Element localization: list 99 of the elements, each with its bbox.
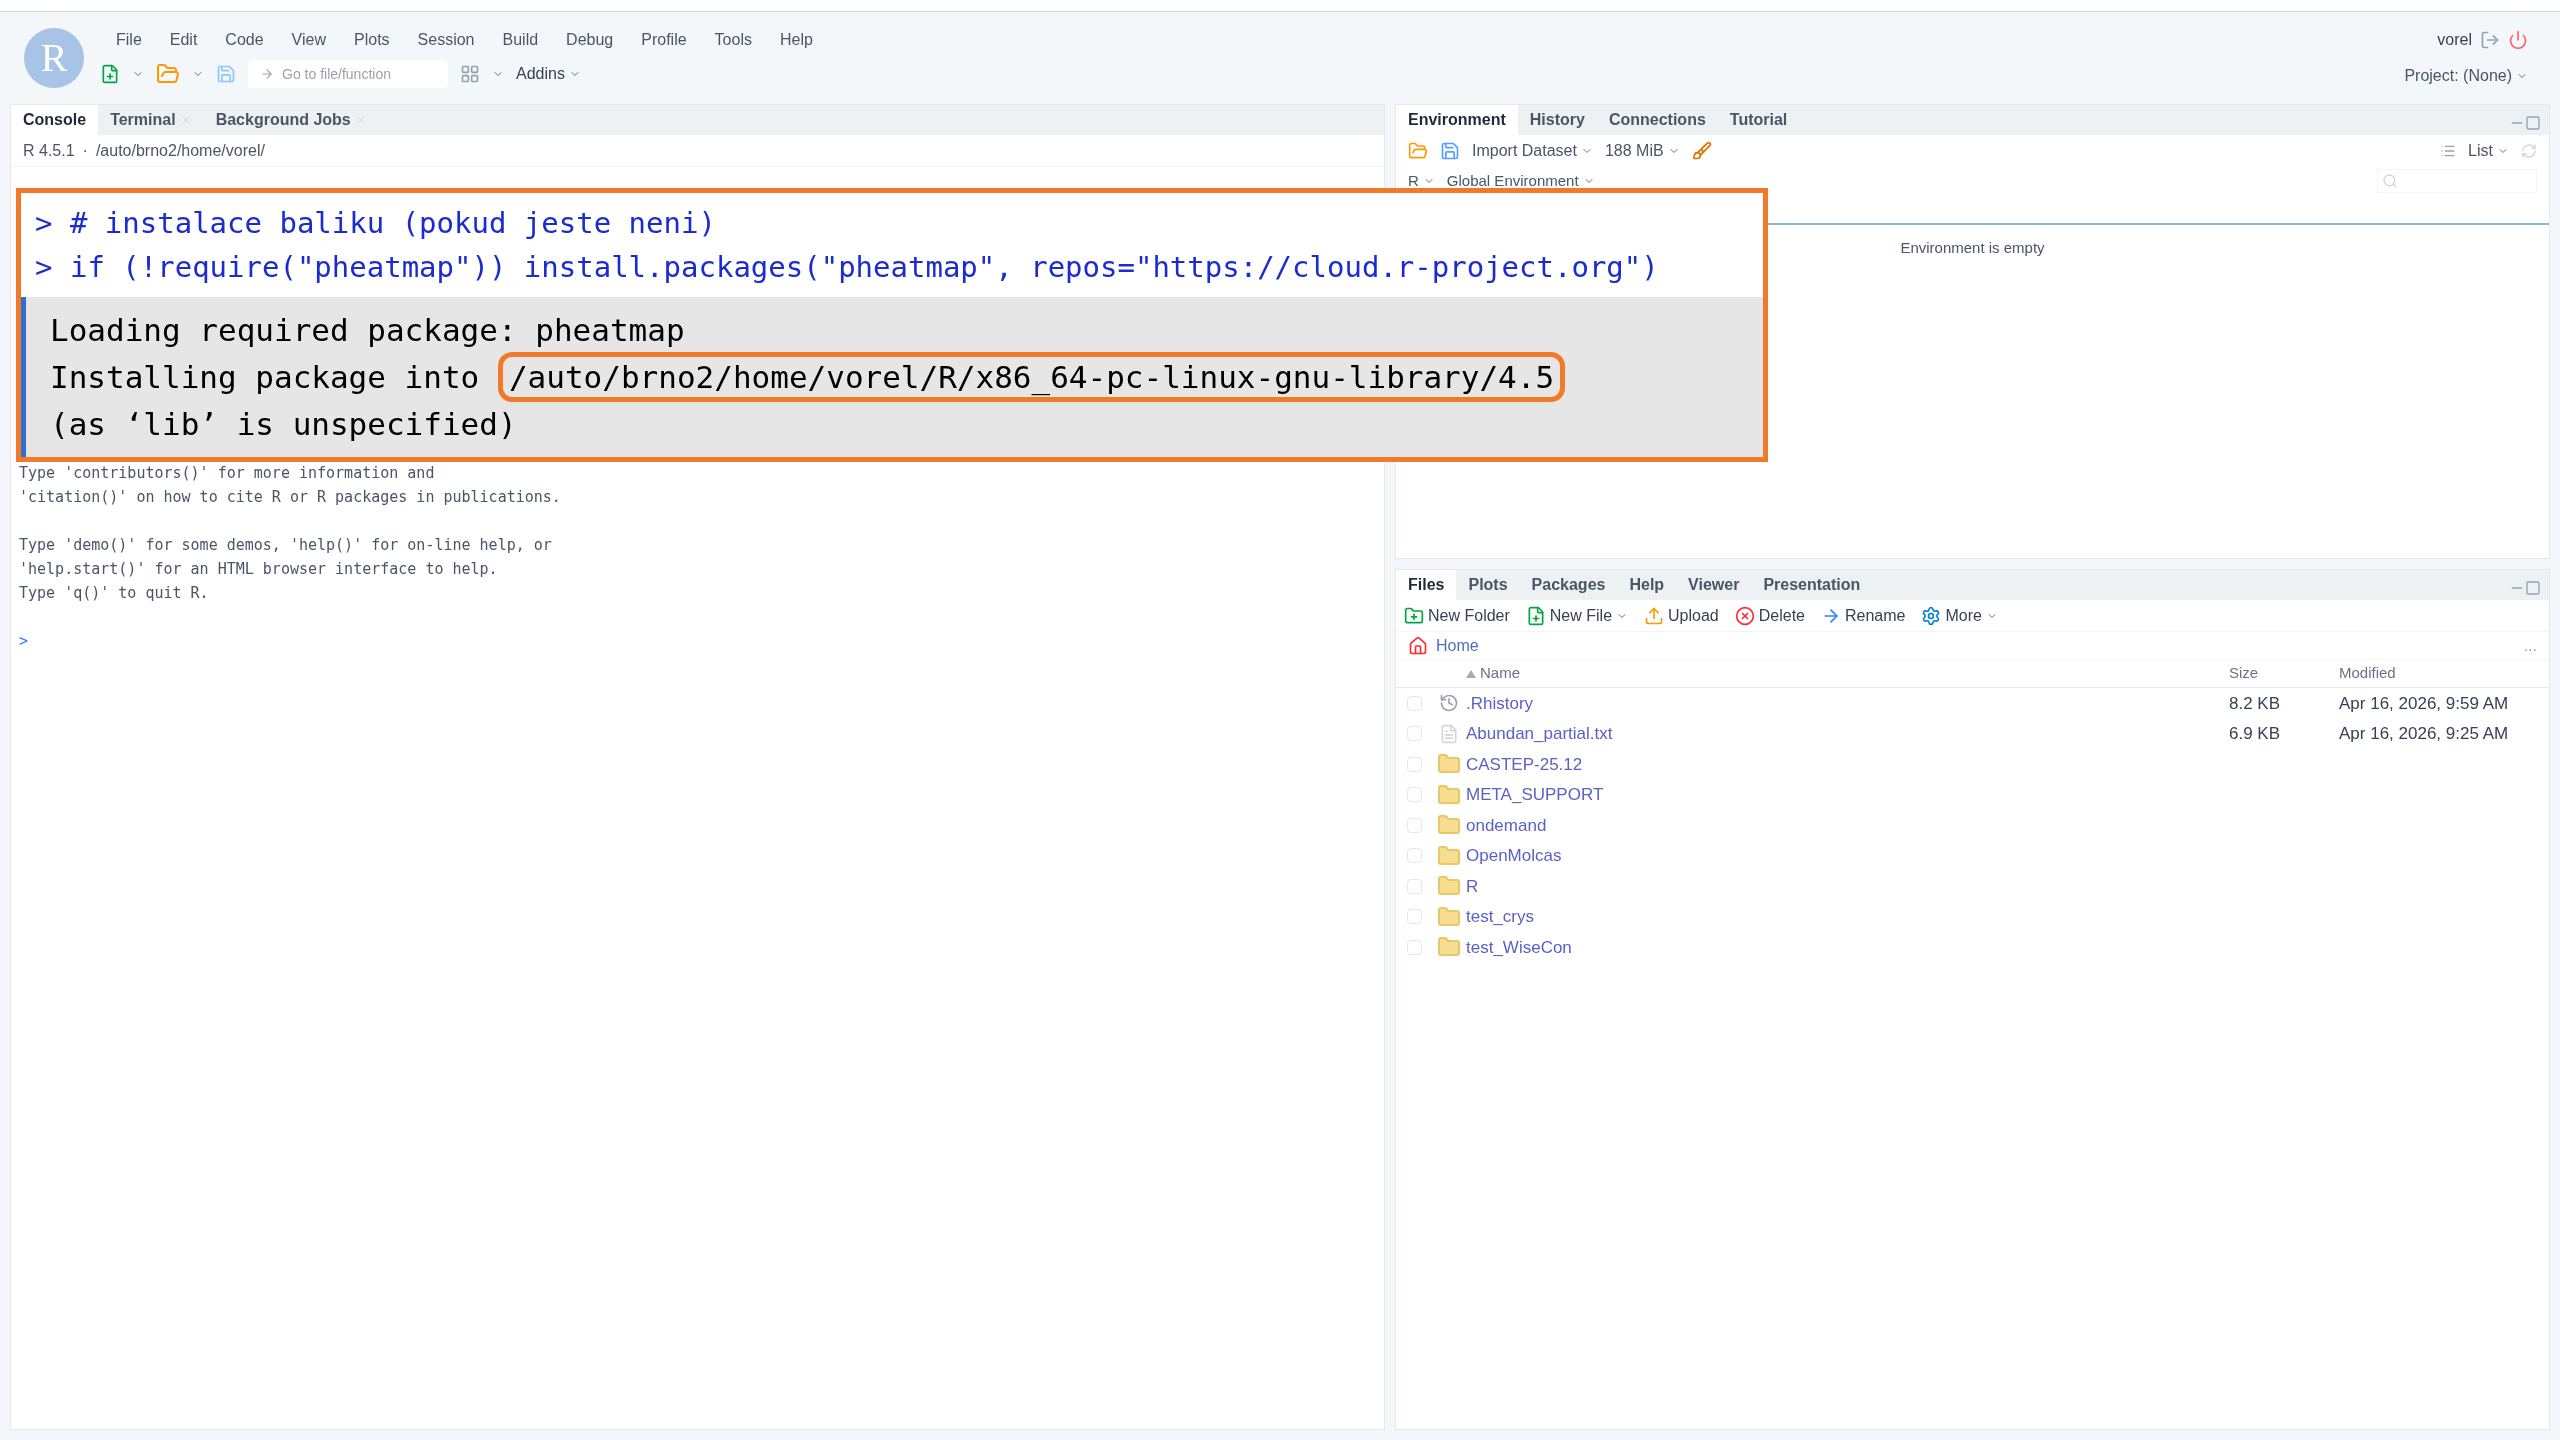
console-line: Type 'q()' to quit R.	[19, 583, 210, 604]
console-line: Type 'contributors()' for more information and	[19, 463, 436, 484]
delete-icon	[1734, 605, 1755, 626]
scope-dropdown[interactable]: Global Environment	[1446, 169, 1595, 193]
row-checkbox[interactable]	[1406, 817, 1422, 833]
file-link[interactable]: OpenMolcas	[1466, 846, 1562, 865]
console-line: 'citation()' on how to cite R or R packages in publications.	[19, 487, 562, 508]
menu-item[interactable]: File	[116, 28, 142, 52]
file-action-button[interactable]: More	[1921, 603, 1998, 628]
pane-tab[interactable]: Console	[11, 105, 99, 135]
row-checkbox[interactable]	[1406, 787, 1422, 803]
row-checkbox[interactable]	[1406, 695, 1422, 711]
column-header[interactable]: Modified	[2339, 662, 2549, 685]
open-folder-icon[interactable]	[156, 62, 180, 86]
menu-item[interactable]: Plots	[354, 28, 390, 52]
grid-icon[interactable]	[460, 64, 480, 84]
file-modified: Apr 16, 2026, 9:25 AM	[2339, 724, 2509, 743]
column-header[interactable]: Name	[1480, 662, 1520, 685]
power-icon[interactable]	[2508, 30, 2528, 50]
sort-icon	[1466, 669, 1476, 678]
sign-out-icon[interactable]	[2480, 30, 2500, 50]
row-checkbox[interactable]	[1406, 756, 1422, 772]
row-checkbox[interactable]	[1406, 878, 1422, 894]
folder-icon	[1437, 843, 1461, 868]
command-line: > if (!require("pheatmap")) install.packages("pheatmap", repos="https://cloud.r-project.org")	[35, 249, 1660, 286]
column-header[interactable]: Size	[2229, 662, 2339, 685]
separator-dot: ·	[82, 140, 88, 161]
file-size: 8.2 KB	[2229, 693, 2281, 713]
output-line: Loading required package: pheatmap	[50, 311, 685, 350]
empty-environment-message: Environment is empty	[1899, 238, 2046, 258]
output-line: Installing package into	[50, 358, 481, 397]
folder-plus-icon	[1404, 605, 1424, 626]
maximize-icon[interactable]	[2525, 580, 2541, 596]
console-line: Type 'demo()' for some demos, 'help()' for on-line help, or	[19, 535, 553, 556]
console-prompt[interactable]: >	[19, 629, 1376, 653]
working-directory: /auto/brno2/home/vorel/	[95, 140, 265, 161]
menu-item[interactable]: Session	[417, 28, 475, 52]
pane-tab[interactable]: Environment	[1396, 105, 1518, 135]
file-link[interactable]: .Rhistory	[1466, 693, 1534, 713]
file-action-button[interactable]: Rename	[1821, 603, 1906, 628]
addins-button[interactable]: Addins	[516, 62, 581, 86]
file-action-button[interactable]: Upload	[1644, 603, 1719, 628]
file-modified: Apr 16, 2026, 9:59 AM	[2339, 693, 2509, 713]
row-checkbox[interactable]	[1406, 848, 1422, 864]
refresh-icon[interactable]	[2521, 143, 2537, 159]
open-folder-icon[interactable]	[1408, 141, 1428, 161]
file-link[interactable]: CASTEP-25.12	[1466, 754, 1583, 774]
save-icon[interactable]	[1440, 141, 1460, 161]
row-checkbox[interactable]	[1406, 909, 1422, 925]
search-icon	[2382, 173, 2398, 189]
view-mode-button[interactable]: List	[2468, 139, 2509, 163]
menu-item[interactable]: Debug	[566, 28, 614, 52]
folder-icon	[1437, 782, 1461, 807]
row-checkbox[interactable]	[1406, 726, 1422, 742]
output-line: (as ‘lib’ is unspecified)	[50, 405, 517, 444]
menu-item[interactable]: Profile	[641, 28, 687, 52]
pane-tab[interactable]: Files	[1396, 570, 1457, 600]
maximize-icon[interactable]	[2525, 115, 2541, 131]
file-link[interactable]: ondemand	[1466, 815, 1547, 835]
file-icon	[1439, 723, 1459, 744]
broom-icon[interactable]	[1691, 141, 1712, 161]
menu-item[interactable]: Help	[779, 28, 813, 52]
project-menu[interactable]: Project: (None)	[2404, 64, 2528, 88]
menu-item[interactable]: Tools	[714, 28, 752, 52]
gear-icon	[1921, 605, 1942, 626]
history-icon	[1439, 693, 1459, 714]
file-action-button[interactable]: Delete	[1734, 603, 1805, 628]
language-dropdown[interactable]: R	[1408, 169, 1435, 193]
console-line: 'help.start()' for an HTML browser interface to help.	[19, 559, 499, 580]
new-file-icon[interactable]	[100, 64, 120, 84]
menu-item[interactable]: Edit	[169, 28, 198, 52]
home-icon	[1408, 635, 1428, 656]
command-line: > # instalace baliku (pokud jeste neni)	[35, 205, 717, 242]
search-field[interactable]	[2377, 169, 2537, 193]
goto-input[interactable]: Go to file/function	[282, 63, 436, 85]
memory-usage-button[interactable]: 188 MiB	[1604, 139, 1680, 163]
import-dataset-button[interactable]: Import Dataset	[1472, 139, 1593, 163]
upload-icon	[1644, 605, 1665, 626]
menu-item[interactable]: Build	[502, 28, 539, 52]
r-version[interactable]: R 4.5.1	[23, 138, 75, 163]
user-name: vorel	[2437, 30, 2472, 50]
save-icon[interactable]	[216, 64, 236, 84]
menu-item[interactable]: View	[291, 28, 326, 52]
file-action-button[interactable]: New Folder	[1404, 603, 1510, 628]
file-link[interactable]: test_WiseCon	[1466, 937, 1572, 957]
list-icon	[2440, 143, 2457, 159]
file-size: 6.9 KB	[2229, 724, 2281, 743]
file-link[interactable]: test_crys	[1466, 907, 1535, 926]
r-logo: R	[24, 28, 84, 88]
folder-icon	[1437, 904, 1461, 929]
highlighted-path: /auto/brno2/home/vorel/R/x86_64-pc-linux-gnu-library/4.5	[497, 352, 1566, 402]
file-link[interactable]: Abundan_partial.txt	[1466, 724, 1613, 743]
file-link[interactable]: R	[1466, 876, 1479, 896]
row-checkbox[interactable]	[1406, 939, 1422, 955]
file-link[interactable]: META_SUPPORT	[1466, 785, 1604, 804]
file-action-button[interactable]: New File	[1525, 603, 1629, 628]
goto-field[interactable]: Go to file/function	[248, 60, 448, 88]
breadcrumb-link[interactable]: Home	[1436, 633, 1479, 658]
menu-item[interactable]: Code	[225, 28, 264, 52]
